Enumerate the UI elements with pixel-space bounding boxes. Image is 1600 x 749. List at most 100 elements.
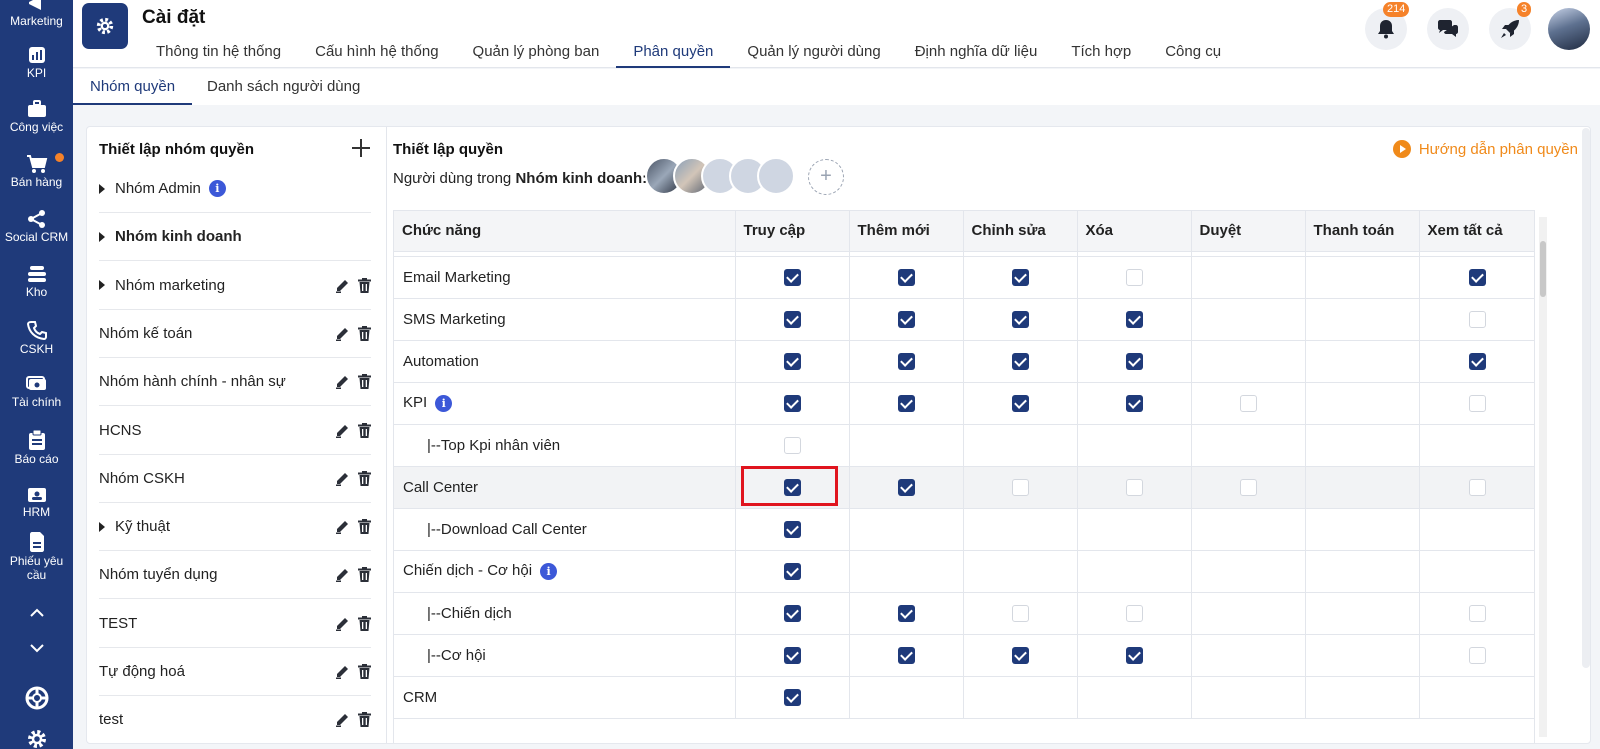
checkbox-checked[interactable]	[1011, 646, 1029, 664]
tab-cong-cu[interactable]: Công cụ	[1165, 42, 1221, 68]
trash-icon[interactable]	[358, 470, 371, 486]
checkbox-checked[interactable]	[783, 646, 801, 664]
checkbox-checked[interactable]	[897, 310, 915, 328]
rail-item-kho[interactable]: Kho	[0, 265, 73, 299]
checkbox-checked[interactable]	[1011, 352, 1029, 370]
tab-tich-hop[interactable]: Tích hợp	[1071, 42, 1131, 68]
info-icon[interactable]: i	[540, 563, 558, 580]
table-scrollbar[interactable]	[1539, 217, 1547, 737]
tab-cau-hinh-he-thong[interactable]: Cấu hình hệ thống	[315, 42, 438, 68]
checkbox-checked[interactable]	[1011, 310, 1029, 328]
info-icon[interactable]: i	[208, 180, 226, 197]
edit-icon[interactable]	[335, 519, 350, 535]
rail-item-hrm[interactable]: HRM	[0, 485, 73, 519]
rail-item-marketing[interactable]: Marketing	[0, 0, 73, 28]
checkbox-unchecked[interactable]	[1011, 604, 1029, 622]
edit-icon[interactable]	[335, 471, 350, 486]
tab-quan-ly-phong-ban[interactable]: Quản lý phòng ban	[473, 42, 600, 68]
group-item[interactable]: test	[99, 696, 371, 743]
scroll-up-button[interactable]	[0, 608, 73, 620]
rail-item-social-crm[interactable]: Social CRM	[0, 210, 73, 244]
group-item[interactable]: Nhóm kế toán	[99, 310, 371, 358]
checkbox-unchecked[interactable]	[1239, 478, 1257, 496]
tab-thong-tin-he-thong[interactable]: Thông tin hệ thống	[156, 42, 281, 68]
notifications-button[interactable]: 214	[1365, 2, 1410, 50]
rail-item-bao-cao[interactable]: Báo cáo	[0, 430, 73, 466]
checkbox-unchecked[interactable]	[1011, 478, 1029, 496]
checkbox-checked[interactable]	[897, 604, 915, 622]
rail-item-tai-chinh[interactable]: Tài chính	[0, 375, 73, 409]
subtab-danh-sach-nguoi-dung[interactable]: Danh sách người dùng	[190, 69, 377, 105]
trash-icon[interactable]	[358, 277, 371, 293]
edit-icon[interactable]	[335, 712, 350, 728]
trash-icon[interactable]	[358, 374, 371, 390]
tab-dinh-nghia-du-lieu[interactable]: Định nghĩa dữ liệu	[915, 42, 1038, 68]
checkbox-checked[interactable]	[897, 352, 915, 370]
checkbox-unchecked[interactable]	[1469, 394, 1486, 412]
group-item[interactable]: Nhóm tuyển dụng	[99, 551, 371, 600]
group-item[interactable]: HCNS	[99, 407, 371, 455]
checkbox-checked[interactable]	[897, 478, 915, 496]
checkbox-checked[interactable]	[1125, 394, 1143, 412]
trash-icon[interactable]	[358, 422, 371, 438]
rail-item-cong-viec[interactable]: Công việc	[0, 100, 73, 134]
caret-right-icon[interactable]	[99, 280, 105, 291]
checkbox-unchecked[interactable]	[1469, 310, 1486, 328]
checkbox-checked[interactable]	[1469, 268, 1486, 286]
trash-icon[interactable]	[358, 615, 371, 631]
checkbox-checked[interactable]	[783, 268, 801, 286]
group-item[interactable]: Tự động hoá	[99, 648, 371, 696]
checkbox-checked[interactable]	[783, 394, 801, 412]
permission-guide-link[interactable]: Hướng dẫn phân quyền	[1392, 140, 1578, 158]
settings-button[interactable]	[0, 728, 73, 749]
checkbox-checked[interactable]	[783, 520, 801, 538]
trash-icon[interactable]	[358, 519, 371, 535]
checkbox-checked[interactable]	[1125, 310, 1143, 328]
checkbox-unchecked[interactable]	[1469, 604, 1486, 622]
trash-icon[interactable]	[358, 712, 371, 728]
scroll-down-button[interactable]	[0, 643, 73, 655]
add-group-button[interactable]	[351, 137, 371, 161]
checkbox-checked[interactable]	[783, 352, 801, 370]
trash-icon[interactable]	[358, 567, 371, 583]
rail-item-kpi[interactable]: KPI	[0, 46, 73, 80]
rail-item-cskh[interactable]: CSKH	[0, 320, 73, 356]
checkbox-checked[interactable]	[897, 646, 915, 664]
checkbox-checked[interactable]	[783, 310, 801, 328]
caret-right-icon[interactable]	[99, 183, 105, 194]
tab-phan-quyen[interactable]: Phân quyền	[616, 42, 731, 68]
add-member-button[interactable]: +	[808, 159, 844, 195]
checkbox-checked[interactable]	[783, 562, 801, 580]
group-item[interactable]: Nhóm marketing	[99, 262, 371, 310]
checkbox-unchecked[interactable]	[1469, 646, 1486, 664]
group-item[interactable]: Kỹ thuật	[99, 503, 371, 552]
rail-item-ban-hang[interactable]: Bán hàng	[0, 153, 73, 189]
edit-icon[interactable]	[335, 423, 350, 438]
checkbox-checked[interactable]	[1011, 268, 1029, 286]
checkbox-unchecked[interactable]	[1239, 394, 1257, 412]
checkbox-checked[interactable]	[783, 688, 801, 706]
checkbox-unchecked[interactable]	[783, 436, 801, 454]
rail-item-phieu-yeu-cau[interactable]: Phiếu yêu cầu	[0, 532, 73, 582]
checkbox-checked[interactable]	[1469, 352, 1486, 370]
checkbox-unchecked[interactable]	[1125, 478, 1143, 496]
page-scrollbar[interactable]	[1582, 128, 1590, 668]
checkbox-checked[interactable]	[897, 268, 915, 286]
group-item[interactable]: Nhóm kinh doanh	[99, 213, 371, 262]
checkbox-unchecked[interactable]	[1125, 604, 1143, 622]
chat-button[interactable]	[1427, 8, 1469, 50]
checkbox-checked[interactable]	[1125, 352, 1143, 370]
group-item[interactable]: Nhóm Admin i	[99, 165, 371, 213]
edit-icon[interactable]	[335, 374, 350, 390]
table-scrollbar-thumb[interactable]	[1540, 241, 1546, 297]
user-avatar[interactable]	[1548, 8, 1590, 50]
checkbox-unchecked[interactable]	[1125, 268, 1143, 286]
checkbox-checked[interactable]	[1011, 394, 1029, 412]
trash-icon[interactable]	[358, 325, 371, 341]
edit-icon[interactable]	[335, 567, 350, 583]
tab-quan-ly-nguoi-dung[interactable]: Quản lý người dùng	[747, 42, 880, 68]
checkbox-checked[interactable]	[897, 394, 915, 412]
checkbox-unchecked[interactable]	[1469, 478, 1486, 496]
edit-icon[interactable]	[335, 326, 350, 341]
support-button[interactable]	[0, 686, 73, 712]
